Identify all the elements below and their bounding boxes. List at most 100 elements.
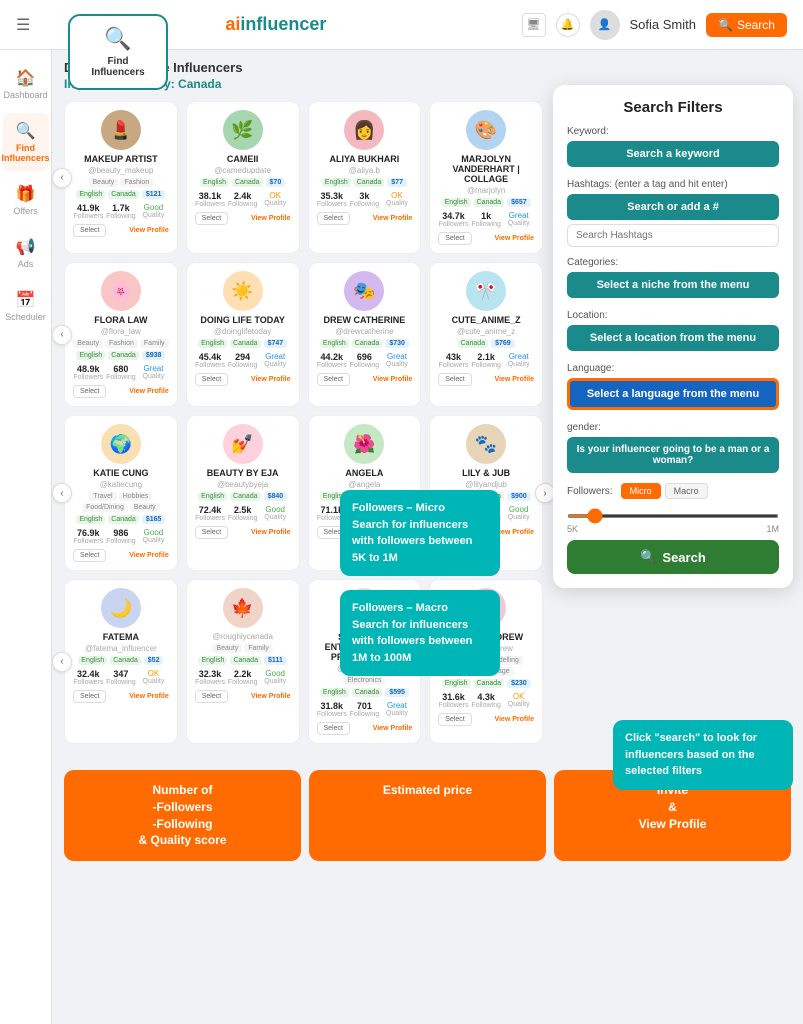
sidebar-item-find-influencers[interactable]: 🔍 FindInfluencers (3, 113, 49, 171)
select-button[interactable]: Select (195, 212, 228, 225)
next-nav-3[interactable]: › (535, 483, 555, 503)
prev-nav-1[interactable]: ‹ (52, 168, 72, 188)
quality-stat: Good Quality (503, 505, 534, 522)
view-profile-link[interactable]: View Profile (129, 693, 169, 700)
view-profile-link[interactable]: View Profile (494, 529, 534, 536)
select-button[interactable]: Select (317, 722, 350, 735)
select-button[interactable]: Select (195, 690, 228, 703)
price-badge: $657 (507, 198, 531, 207)
categories-label: Categories: (567, 257, 779, 268)
select-button[interactable]: Select (73, 224, 106, 237)
hashtag-search-input[interactable] (567, 224, 779, 247)
select-button[interactable]: Select (73, 690, 106, 703)
location-button[interactable]: Select a location from the menu (567, 325, 779, 351)
language-flag: English (198, 656, 227, 665)
keyword-button[interactable]: Search a keyword (567, 141, 779, 167)
following-value: 680 (106, 364, 137, 374)
tag: Fashion (105, 339, 138, 348)
followers-micro-text: Followers – MicroSearch for influencers … (352, 500, 488, 566)
bell-icon[interactable]: 🔔 (556, 13, 580, 37)
followers-value: 48.9k (73, 364, 104, 374)
influencer-name: Angela (317, 468, 413, 478)
hashtag-button[interactable]: Search or add a # (567, 194, 779, 220)
search-main-button[interactable]: 🔍 Search (567, 540, 779, 574)
followers-value: 72.4k (195, 505, 226, 515)
card-actions: Select View Profile (195, 690, 291, 703)
following-stat: 2.2k Following (227, 669, 258, 686)
followers-stat: 72.4k Followers (195, 505, 226, 522)
influencer-row-2: ‹ 🌸 FLORA LAW @flora_law BeautyFashionFa… (64, 262, 543, 407)
following-value: 986 (106, 528, 137, 538)
screen-icon[interactable]: 🖥 (522, 13, 546, 37)
view-profile-link[interactable]: View Profile (251, 693, 291, 700)
sidebar-item-scheduler[interactable]: 📅 Scheduler (3, 282, 49, 330)
view-profile-link[interactable]: View Profile (494, 376, 534, 383)
country-flag: Canada (108, 351, 139, 360)
tag: Family (140, 339, 169, 348)
prev-nav-2[interactable]: ‹ (52, 325, 72, 345)
view-profile-link[interactable]: View Profile (373, 215, 413, 222)
following-stat: 1k Following (471, 211, 502, 228)
quality-label: Quality (503, 514, 534, 521)
header-search-button[interactable]: 🔍 Search (706, 13, 787, 37)
price-badge: $165 (142, 515, 166, 524)
following-label: Following (106, 213, 137, 220)
sidebar-item-dashboard[interactable]: 🏠 Dashboard (3, 60, 49, 108)
quality-label: Quality (138, 678, 169, 685)
view-profile-link[interactable]: View Profile (129, 388, 169, 395)
gender-button[interactable]: Is your influencer going to be a man or … (567, 437, 779, 473)
select-button[interactable]: Select (73, 549, 106, 562)
influencer-avatar: 🐾 (466, 424, 506, 464)
prev-nav-4[interactable]: ‹ (52, 652, 72, 672)
select-button[interactable]: Select (317, 212, 350, 225)
select-button[interactable]: Select (438, 713, 471, 726)
followers-label: Followers (73, 538, 104, 545)
quality-stat: Good Quality (260, 505, 291, 522)
influencer-tags: BeautyFashionFamily (73, 339, 169, 348)
select-button[interactable]: Select (195, 526, 228, 539)
language-button[interactable]: Select a language from the menu (567, 378, 779, 410)
micro-toggle[interactable]: Micro (621, 483, 661, 499)
followers-stat: 32.3k Followers (195, 669, 226, 686)
select-button[interactable]: Select (195, 373, 228, 386)
view-profile-link[interactable]: View Profile (373, 376, 413, 383)
influencer-stats: 32.3k Followers 2.2k Following Good Qual… (195, 669, 291, 686)
macro-toggle[interactable]: Macro (665, 483, 708, 499)
view-profile-link[interactable]: View Profile (251, 376, 291, 383)
view-profile-link[interactable]: View Profile (251, 529, 291, 536)
price-badge: $730 (385, 339, 409, 348)
search-icon: 🔍 (86, 26, 150, 52)
view-profile-link[interactable]: View Profile (129, 227, 169, 234)
niche-button[interactable]: Select a niche from the menu (567, 272, 779, 298)
view-profile-link[interactable]: View Profile (251, 215, 291, 222)
influencer-stats: 48.9k Followers 680 Following Great Qual… (73, 364, 169, 381)
influencer-flags: English Canada $657 (438, 198, 534, 207)
view-profile-link[interactable]: View Profile (494, 235, 534, 242)
select-button[interactable]: Select (438, 232, 471, 245)
select-button[interactable]: Select (438, 373, 471, 386)
filters-title: Search Filters (567, 99, 779, 116)
click-search-text: Click "search" to look for influencers b… (625, 730, 781, 780)
prev-nav-3[interactable]: ‹ (52, 483, 72, 503)
price-badge: $900 (507, 492, 531, 501)
hamburger-icon[interactable]: ☰ (16, 15, 30, 35)
view-profile-link[interactable]: View Profile (373, 725, 413, 732)
price-badge: $230 (507, 679, 531, 688)
followers-value: 35.3k (317, 191, 348, 201)
card-actions: Select View Profile (195, 373, 291, 386)
sidebar-item-offers[interactable]: 🎁 Offers (3, 176, 49, 224)
select-button[interactable]: Select (73, 385, 106, 398)
select-button[interactable]: Select (317, 373, 350, 386)
location-label: Location: (567, 310, 779, 321)
followers-stat: 76.9k Followers (73, 528, 104, 545)
influencer-name: Doing Life Today (195, 315, 291, 325)
logo-ai: ai (225, 14, 240, 34)
country-flag: Canada (232, 178, 263, 187)
followers-range-slider[interactable] (567, 514, 779, 518)
sidebar-item-ads[interactable]: 📢 Ads (3, 229, 49, 277)
following-stat: 294 Following (227, 352, 258, 369)
tag: Beauty (212, 644, 242, 653)
view-profile-link[interactable]: View Profile (129, 552, 169, 559)
language-flag: English (78, 656, 107, 665)
view-profile-link[interactable]: View Profile (494, 716, 534, 723)
